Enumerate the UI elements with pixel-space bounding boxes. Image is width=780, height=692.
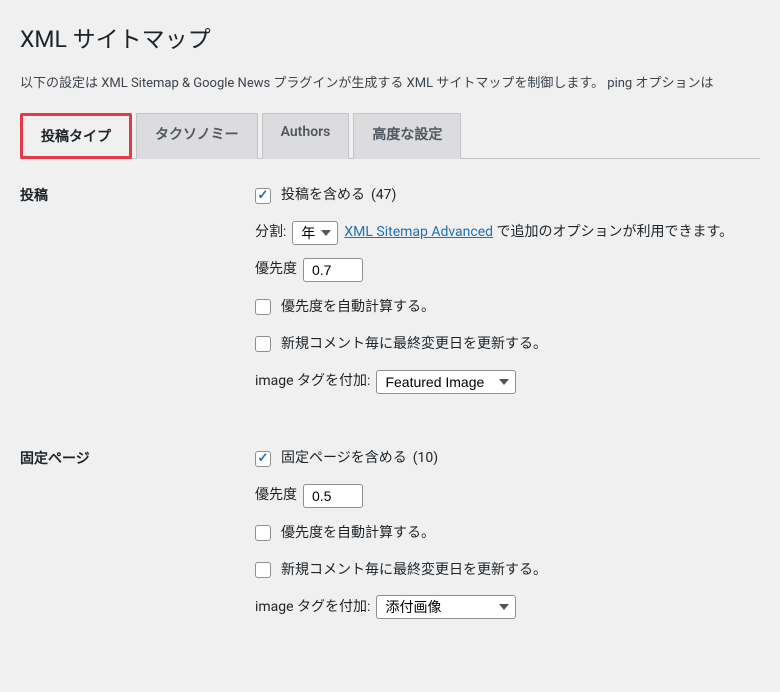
pages-update-on-comment-checkbox[interactable] bbox=[255, 562, 271, 578]
posts-auto-priority-checkbox[interactable] bbox=[255, 299, 271, 315]
pages-include-count: (10) bbox=[413, 446, 438, 471]
tab-authors[interactable]: Authors bbox=[262, 113, 350, 159]
section-posts: 投稿 投稿を含める (47) 分割: 年 XML Sitemap Advance… bbox=[20, 183, 760, 406]
posts-split-select[interactable]: 年 bbox=[292, 221, 338, 245]
section-pages-heading: 固定ページ bbox=[20, 446, 255, 632]
posts-image-tag-select[interactable]: Featured Image bbox=[376, 370, 516, 394]
pages-update-on-comment-label: 新規コメント毎に最終変更日を更新する。 bbox=[281, 558, 547, 583]
section-posts-heading: 投稿 bbox=[20, 183, 255, 406]
pages-auto-priority-checkbox[interactable] bbox=[255, 525, 271, 541]
tab-taxonomies[interactable]: タクソノミー bbox=[136, 113, 258, 159]
page-title: XML サイトマップ bbox=[20, 20, 760, 54]
advanced-link[interactable]: XML Sitemap Advanced bbox=[344, 224, 493, 240]
posts-include-checkbox[interactable] bbox=[255, 188, 271, 204]
pages-image-tag-select[interactable]: 添付画像 bbox=[376, 595, 516, 619]
pages-image-tag-label: image タグを付加: bbox=[255, 595, 370, 620]
page-description: 以下の設定は XML Sitemap & Google News プラグインが生… bbox=[20, 72, 760, 91]
posts-include-label: 投稿を含める bbox=[281, 183, 365, 208]
posts-auto-priority-label: 優先度を自動計算する。 bbox=[281, 295, 435, 320]
pages-auto-priority-label: 優先度を自動計算する。 bbox=[281, 521, 435, 546]
tab-post-types[interactable]: 投稿タイプ bbox=[20, 113, 132, 159]
pages-include-checkbox[interactable] bbox=[255, 451, 271, 467]
tab-advanced[interactable]: 高度な設定 bbox=[353, 113, 461, 159]
tabs-nav: 投稿タイプ タクソノミー Authors 高度な設定 bbox=[20, 113, 760, 159]
pages-include-label: 固定ページを含める bbox=[281, 446, 407, 471]
posts-update-on-comment-checkbox[interactable] bbox=[255, 336, 271, 352]
posts-priority-label: 優先度 bbox=[255, 257, 297, 282]
posts-split-label: 分割: bbox=[255, 220, 286, 245]
posts-update-on-comment-label: 新規コメント毎に最終変更日を更新する。 bbox=[281, 332, 547, 357]
pages-priority-label: 優先度 bbox=[255, 483, 297, 508]
posts-include-count: (47) bbox=[371, 183, 396, 208]
posts-image-tag-label: image タグを付加: bbox=[255, 369, 370, 394]
advanced-after-text: で追加のオプションが利用できます。 bbox=[493, 224, 733, 240]
posts-priority-input[interactable] bbox=[303, 258, 363, 282]
pages-priority-input[interactable] bbox=[303, 484, 363, 508]
section-pages: 固定ページ 固定ページを含める (10) 優先度 優先度を自動計算する。 新規コ… bbox=[20, 446, 760, 632]
